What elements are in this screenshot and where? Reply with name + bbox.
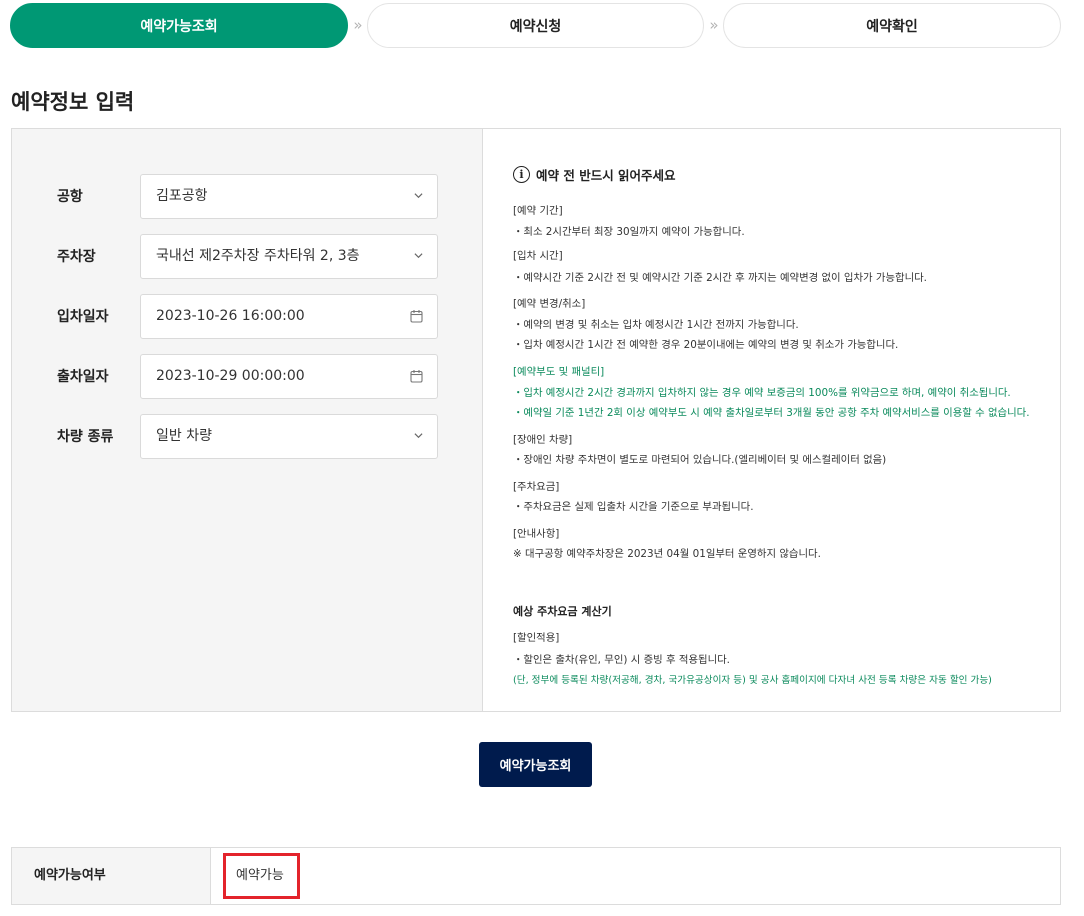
entry-date-value: 2023-10-26 16:00:00 <box>156 308 305 324</box>
exit-date-label: 출차일자 <box>57 369 109 385</box>
double-chevron-right-icon: » <box>709 16 719 34</box>
notice-heading: [예약 변경/취소] <box>513 298 586 310</box>
discount-note: (단, 정부에 등록된 차량(저공해, 경차, 국가유공상이자 등) 및 공사 … <box>513 675 992 686</box>
entry-date-row: 입차일자 2023-10-26 16:00:00 <box>12 294 483 339</box>
notice-item: ※ 대구공항 예약주차장은 2023년 04월 01일부터 운영하지 않습니다. <box>513 548 821 560</box>
chevron-down-icon <box>414 253 423 259</box>
notice-heading: [할인적용] <box>513 632 560 644</box>
notice-heading: [장애인 차량] <box>513 434 573 446</box>
notice-item: ・주차요금은 실제 입출차 시간을 기준으로 부과됩니다. <box>513 501 754 513</box>
airport-row: 공항 김포공항 <box>12 174 483 219</box>
step-reservation-confirm[interactable]: 예약확인 <box>723 3 1061 48</box>
notice-heading-penalty: [예약부도 및 패널티] <box>513 366 605 378</box>
notice-title: i 예약 전 반드시 읽어주세요 <box>513 165 676 184</box>
vehicle-type-row: 차량 종류 일반 차량 <box>12 414 483 459</box>
availability-search-button[interactable]: 예약가능조회 <box>479 742 592 787</box>
notice-heading: [주차요금] <box>513 481 560 493</box>
chevron-down-icon <box>414 433 423 439</box>
notice-item: ・최소 2시간부터 최장 30일까지 예약이 가능합니다. <box>513 226 745 238</box>
airport-select[interactable]: 김포공항 <box>140 174 438 219</box>
reservation-panel: 공항 김포공항 주차장 국내선 제2주차장 주차타워 2, 3층 입차일자 20… <box>11 128 1061 712</box>
notice-title-text: 예약 전 반드시 읽어주세요 <box>536 168 676 183</box>
notice-item-penalty: ・입차 예정시간 2시간 경과까지 입차하지 않는 경우 예약 보증금의 100… <box>513 387 1011 399</box>
info-icon: i <box>513 166 530 183</box>
section-title: 예약정보 입력 <box>11 90 135 114</box>
notice-item: ・입차 예정시간 1시간 전 예약한 경우 20분이내에는 예약의 변경 및 취… <box>513 339 899 351</box>
notice-item: ・예약의 변경 및 취소는 입차 예정시간 1시간 전까지 가능합니다. <box>513 319 799 331</box>
availability-result: 예약가능여부 예약가능 <box>11 847 1061 905</box>
vehicle-type-select[interactable]: 일반 차량 <box>140 414 438 459</box>
notice-heading: [예약 기간] <box>513 205 563 217</box>
parking-label: 주차장 <box>57 249 96 265</box>
entry-date-input[interactable]: 2023-10-26 16:00:00 <box>140 294 438 339</box>
notice-item: ・예약시간 기준 2시간 전 및 예약시간 기준 2시간 후 까지는 예약변경 … <box>513 272 927 284</box>
chevron-down-icon <box>414 193 423 199</box>
notice-item: ・장애인 차량 주차면이 별도로 마련되어 있습니다.(엘리베이터 및 에스컬레… <box>513 454 887 466</box>
notice-item-penalty: ・예약일 기준 1년간 2회 이상 예약부도 시 예약 출차일로부터 3개월 동… <box>513 407 1030 419</box>
exit-date-row: 출차일자 2023-10-29 00:00:00 <box>12 354 483 399</box>
availability-result-value: 예약가능 <box>223 853 300 899</box>
exit-date-input[interactable]: 2023-10-29 00:00:00 <box>140 354 438 399</box>
step-availability-check[interactable]: 예약가능조회 <box>10 3 348 48</box>
fee-calculator-title: 예상 주차요금 계산기 <box>513 605 612 618</box>
parking-select[interactable]: 국내선 제2주차장 주차타워 2, 3층 <box>140 234 438 279</box>
progress-steps: 예약가능조회 » 예약신청 » 예약확인 <box>10 3 1061 48</box>
exit-date-value: 2023-10-29 00:00:00 <box>156 368 305 384</box>
double-chevron-right-icon: » <box>353 16 363 34</box>
calendar-icon[interactable] <box>410 309 423 323</box>
notice-heading: [입차 시간] <box>513 250 563 262</box>
reservation-form: 공항 김포공항 주차장 국내선 제2주차장 주차타워 2, 3층 입차일자 20… <box>12 129 483 711</box>
notice-item: ・할인은 출차(유인, 무인) 시 증빙 후 적용됩니다. <box>513 654 730 666</box>
notice-panel: i 예약 전 반드시 읽어주세요 [예약 기간] ・최소 2시간부터 최장 30… <box>483 129 1060 711</box>
entry-date-label: 입차일자 <box>57 309 109 325</box>
vehicle-type-value: 일반 차량 <box>156 428 212 444</box>
step-reservation-apply[interactable]: 예약신청 <box>367 3 704 48</box>
notice-heading: [안내사항] <box>513 528 560 540</box>
calendar-icon[interactable] <box>410 369 423 383</box>
airport-value: 김포공항 <box>156 188 208 204</box>
availability-result-label: 예약가능여부 <box>12 848 211 904</box>
airport-label: 공항 <box>57 189 83 205</box>
vehicle-type-label: 차량 종류 <box>57 429 114 445</box>
parking-row: 주차장 국내선 제2주차장 주차타워 2, 3층 <box>12 234 483 279</box>
parking-value: 국내선 제2주차장 주차타워 2, 3층 <box>156 248 360 264</box>
